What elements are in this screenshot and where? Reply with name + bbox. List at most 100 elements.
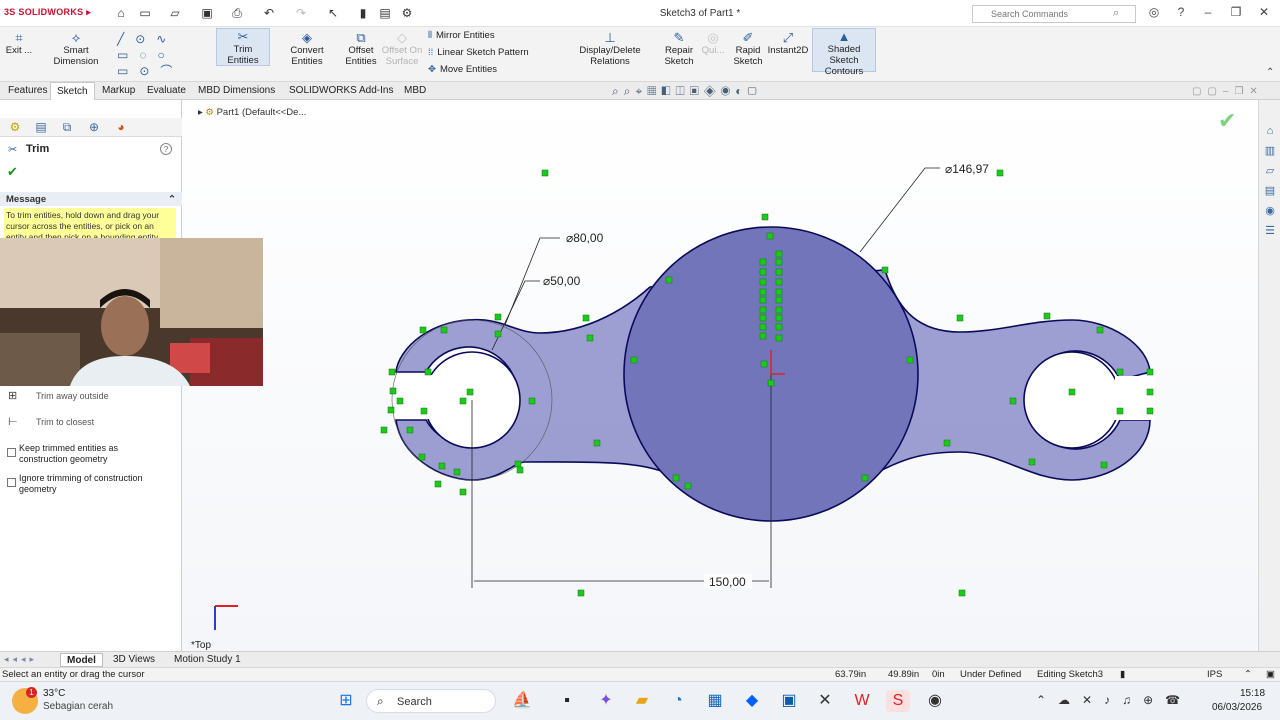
status-units[interactable]: IPS: [1207, 669, 1222, 680]
trim-to-closest-icon[interactable]: ⊢: [8, 417, 18, 428]
relation-marker[interactable]: [380, 426, 388, 434]
relation-marker[interactable]: [759, 258, 767, 266]
viewport-window-controls[interactable]: ▢▢–❐✕: [1192, 86, 1264, 97]
status-message-icon[interactable]: ▣: [1266, 669, 1275, 680]
relation-marker[interactable]: [586, 334, 594, 342]
relation-marker[interactable]: [1009, 397, 1017, 405]
tab-model[interactable]: Model: [60, 653, 103, 667]
open-folder-icon[interactable]: ▱: [168, 6, 182, 20]
app-icon[interactable]: ▣: [777, 690, 801, 712]
relation-marker[interactable]: [943, 439, 951, 447]
trim-away-outside-option[interactable]: Trim away outside: [36, 391, 109, 402]
relation-marker[interactable]: [438, 462, 446, 470]
relation-marker[interactable]: [514, 460, 522, 468]
tab-mbd-dimensions[interactable]: MBD Dimensions: [192, 82, 281, 100]
relation-marker[interactable]: [775, 250, 783, 258]
tab-scroll-arrows[interactable]: ◂◂◂▸: [4, 654, 38, 665]
relation-marker[interactable]: [665, 276, 673, 284]
relation-marker[interactable]: [775, 306, 783, 314]
system-tray-icons[interactable]: ⌃☁✕♪♫⊕☎: [1036, 693, 1192, 707]
relation-marker[interactable]: [459, 397, 467, 405]
ignore-trimming-checkbox[interactable]: [7, 478, 16, 487]
relation-marker[interactable]: [759, 332, 767, 340]
widget-app-icon[interactable]: ⛵: [510, 690, 534, 712]
taskbar-search[interactable]: ⌕ Search: [366, 689, 496, 713]
tools-icon[interactable]: ✕: [813, 690, 837, 712]
relation-marker[interactable]: [956, 314, 964, 322]
solidworks-resources-icon[interactable]: ⌂: [1263, 124, 1277, 138]
save-icon[interactable]: ▣: [200, 6, 214, 20]
relation-marker[interactable]: [1146, 407, 1154, 415]
relation-marker[interactable]: [440, 326, 448, 334]
rapid-sketch-button[interactable]: ✐ Rapid Sketch: [732, 30, 764, 67]
relation-marker[interactable]: [684, 482, 692, 490]
relation-marker[interactable]: [577, 589, 585, 597]
print-icon[interactable]: ⎙: [230, 6, 244, 20]
trim-to-closest-option[interactable]: Trim to closest: [36, 417, 94, 428]
solidworks-taskbar-icon[interactable]: S: [886, 690, 910, 712]
relation-marker[interactable]: [996, 169, 1004, 177]
relation-marker[interactable]: [775, 296, 783, 304]
units-dropdown-icon[interactable]: ⌃: [1244, 669, 1252, 680]
restore-button[interactable]: ❐: [1228, 5, 1244, 19]
start-windows-icon[interactable]: ⊞: [334, 690, 358, 712]
relation-marker[interactable]: [630, 356, 638, 364]
sketch-drawing[interactable]: ⌀146,97 ⌀80,00 ⌀50,00 150,00 *Top: [182, 100, 1258, 653]
custom-properties-icon[interactable]: ☰: [1263, 224, 1277, 238]
trim-away-outside-icon[interactable]: ⊞: [8, 391, 17, 402]
new-document-icon[interactable]: ▭: [138, 6, 152, 20]
repair-sketch-button[interactable]: ✎ Repair Sketch: [664, 30, 694, 67]
relation-marker[interactable]: [516, 466, 524, 474]
relation-marker[interactable]: [1100, 461, 1108, 469]
offset-entities-button[interactable]: ⧉ Offset Entities: [342, 30, 380, 67]
options-gear-icon[interactable]: ⚙: [400, 6, 414, 20]
undo-icon[interactable]: ↶: [262, 6, 276, 20]
relation-marker[interactable]: [1043, 312, 1051, 320]
smart-dimension-button[interactable]: ⟡ Smart Dimension: [40, 30, 112, 67]
relation-marker[interactable]: [775, 334, 783, 342]
relation-marker[interactable]: [775, 258, 783, 266]
relation-marker[interactable]: [775, 278, 783, 286]
mirror-entities-button[interactable]: ⫴ Mirror Entities: [428, 30, 495, 42]
relation-marker[interactable]: [453, 468, 461, 476]
weather-desc[interactable]: Sebagian cerah: [43, 701, 113, 712]
tab-features[interactable]: Features: [2, 82, 53, 100]
relation-marker[interactable]: [582, 314, 590, 322]
keep-trimmed-checkbox[interactable]: [7, 448, 16, 457]
relation-marker[interactable]: [767, 379, 775, 387]
display-manager-icon[interactable]: ◕: [112, 120, 130, 135]
shaded-sketch-contours-button[interactable]: ▲ Shaded Sketch Contours: [812, 28, 876, 77]
collapse-icon[interactable]: ⌃: [168, 194, 176, 205]
relation-marker[interactable]: [766, 232, 774, 240]
relation-marker[interactable]: [775, 288, 783, 296]
help-icon[interactable]: ?: [160, 143, 172, 155]
dimxpert-icon[interactable]: ⊕: [85, 120, 103, 135]
relation-marker[interactable]: [420, 407, 428, 415]
relation-marker[interactable]: [424, 368, 432, 376]
relation-marker[interactable]: [494, 313, 502, 321]
relation-marker[interactable]: [419, 326, 427, 334]
exit-sketch-button[interactable]: ⌗ Exit ...: [4, 30, 34, 56]
convert-entities-button[interactable]: ◈ Convert Entities: [274, 30, 340, 67]
relation-marker[interactable]: [1116, 407, 1124, 415]
relation-marker[interactable]: [388, 368, 396, 376]
relation-marker[interactable]: [459, 488, 467, 496]
display-delete-relations-button[interactable]: ⊥ Display/Delete Relations: [560, 30, 660, 67]
appearances-icon[interactable]: ◉: [1263, 204, 1277, 218]
trim-entities-button[interactable]: ✂ Trim Entities: [216, 28, 270, 66]
relation-marker[interactable]: [406, 426, 414, 434]
tab-mbd[interactable]: MBD: [398, 82, 432, 100]
relation-marker[interactable]: [1096, 326, 1104, 334]
relation-marker[interactable]: [759, 268, 767, 276]
relation-marker[interactable]: [1146, 368, 1154, 376]
relation-marker[interactable]: [958, 589, 966, 597]
tab-evaluate[interactable]: Evaluate: [141, 82, 192, 100]
heads-up-view-toolbar[interactable]: ⌕⌕⌖▦◧◫▣◈◉◐▢: [612, 84, 762, 99]
close-button[interactable]: ✕: [1256, 5, 1272, 19]
configuration-manager-icon[interactable]: ⧉: [58, 120, 76, 135]
relation-marker[interactable]: [494, 330, 502, 338]
relation-marker[interactable]: [759, 314, 767, 322]
relation-marker[interactable]: [759, 278, 767, 286]
relation-marker[interactable]: [761, 213, 769, 221]
relation-marker[interactable]: [396, 397, 404, 405]
